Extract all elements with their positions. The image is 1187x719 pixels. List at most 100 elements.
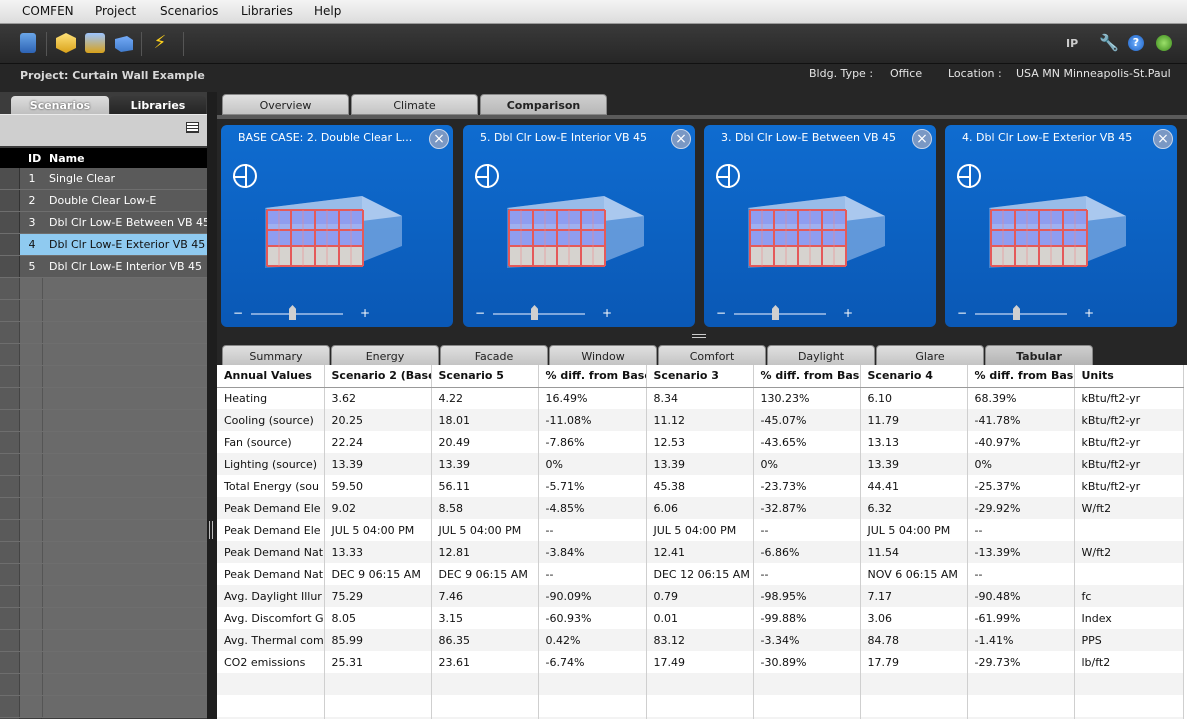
- table-cell[interactable]: -90.09%: [538, 585, 647, 607]
- column-header[interactable]: Scenario 5: [431, 365, 539, 388]
- splitter-grip[interactable]: [692, 334, 706, 338]
- scenario-row[interactable]: 2 Double Clear Low-E: [0, 190, 207, 212]
- table-cell[interactable]: DEC 9 06:15 AM: [324, 563, 432, 585]
- tab-scenarios[interactable]: Scenarios: [11, 96, 109, 116]
- table-cell[interactable]: -6.74%: [538, 651, 647, 673]
- table-cell[interactable]: 0%: [967, 453, 1075, 475]
- table-cell[interactable]: Peak Demand Nat: [217, 563, 325, 585]
- zoom-slider-handle[interactable]: [531, 305, 538, 320]
- table-cell[interactable]: -32.87%: [753, 497, 861, 519]
- table-cell[interactable]: W/ft2: [1074, 497, 1184, 519]
- table-cell[interactable]: 13.39: [324, 453, 432, 475]
- zoom-in-icon[interactable]: +: [843, 306, 853, 320]
- tab-glare[interactable]: Glare: [876, 345, 984, 366]
- table-cell[interactable]: -41.78%: [967, 409, 1075, 431]
- table-cell[interactable]: -1.41%: [967, 629, 1075, 651]
- tab-climate[interactable]: Climate: [351, 94, 478, 115]
- table-cell[interactable]: -98.95%: [753, 585, 861, 607]
- table-cell[interactable]: 12.81: [431, 541, 539, 563]
- table-cell[interactable]: JUL 5 04:00 PM: [860, 519, 968, 541]
- table-cell[interactable]: W/ft2: [1074, 541, 1184, 563]
- run-simulation-icon[interactable]: ⚡: [150, 33, 170, 53]
- table-cell[interactable]: Fan (source): [217, 431, 325, 453]
- tab-summary[interactable]: Summary: [222, 345, 330, 366]
- building-3d-view[interactable]: [989, 188, 1129, 268]
- table-cell[interactable]: kBtu/ft2-yr: [1074, 431, 1184, 453]
- building-3d-view[interactable]: [748, 188, 888, 268]
- row-handle[interactable]: [0, 212, 20, 233]
- table-cell[interactable]: 22.24: [324, 431, 432, 453]
- column-header[interactable]: % diff. from Base: [538, 365, 647, 388]
- table-cell[interactable]: 12.41: [646, 541, 754, 563]
- table-cell[interactable]: 12.53: [646, 431, 754, 453]
- table-cell[interactable]: 20.49: [431, 431, 539, 453]
- table-cell[interactable]: -45.07%: [753, 409, 861, 431]
- table-cell[interactable]: 20.25: [324, 409, 432, 431]
- zoom-out-icon[interactable]: −: [233, 306, 243, 320]
- column-header-id[interactable]: ID: [28, 152, 41, 165]
- table-cell[interactable]: -4.85%: [538, 497, 647, 519]
- table-cell[interactable]: 3.15: [431, 607, 539, 629]
- column-header[interactable]: % diff. from Base: [753, 365, 861, 388]
- table-cell[interactable]: Avg. Discomfort G: [217, 607, 325, 629]
- table-cell[interactable]: 6.32: [860, 497, 968, 519]
- table-cell[interactable]: 9.02: [324, 497, 432, 519]
- building-3d-view[interactable]: [265, 188, 405, 268]
- table-cell[interactable]: Peak Demand Ele: [217, 519, 325, 541]
- column-header[interactable]: % diff. from Base: [967, 365, 1075, 388]
- zoom-out-icon[interactable]: −: [716, 306, 726, 320]
- zoom-slider-track[interactable]: [493, 313, 585, 315]
- table-cell[interactable]: --: [538, 563, 647, 585]
- table-cell[interactable]: kBtu/ft2-yr: [1074, 475, 1184, 497]
- tab-energy[interactable]: Energy: [331, 345, 439, 366]
- table-cell[interactable]: 17.49: [646, 651, 754, 673]
- table-cell[interactable]: 59.50: [324, 475, 432, 497]
- table-cell[interactable]: 7.17: [860, 585, 968, 607]
- table-cell[interactable]: 0.01: [646, 607, 754, 629]
- column-header[interactable]: Scenario 4: [860, 365, 968, 388]
- table-cell[interactable]: 0%: [538, 453, 647, 475]
- table-cell[interactable]: -60.93%: [538, 607, 647, 629]
- table-cell[interactable]: 56.11: [431, 475, 539, 497]
- table-cell[interactable]: --: [967, 519, 1075, 541]
- table-cell[interactable]: -99.88%: [753, 607, 861, 629]
- scenario-card[interactable]: 5. Dbl Clr Low-E Interior VB 45 × − +: [463, 125, 695, 327]
- table-cell[interactable]: -11.08%: [538, 409, 647, 431]
- table-cell[interactable]: Peak Demand Nat: [217, 541, 325, 563]
- table-cell[interactable]: Avg. Thermal com: [217, 629, 325, 651]
- table-cell[interactable]: -40.97%: [967, 431, 1075, 453]
- table-cell[interactable]: -25.37%: [967, 475, 1075, 497]
- table-cell[interactable]: Heating: [217, 387, 325, 409]
- compass-icon[interactable]: [957, 164, 981, 188]
- column-header[interactable]: Units: [1074, 365, 1184, 388]
- zoom-out-icon[interactable]: −: [957, 306, 967, 320]
- table-cell[interactable]: -3.84%: [538, 541, 647, 563]
- table-cell[interactable]: -3.34%: [753, 629, 861, 651]
- units-toggle[interactable]: IP: [1066, 37, 1078, 50]
- table-cell[interactable]: 25.31: [324, 651, 432, 673]
- row-handle[interactable]: [0, 256, 20, 277]
- table-cell[interactable]: -5.71%: [538, 475, 647, 497]
- help-icon[interactable]: ?: [1128, 35, 1144, 51]
- table-cell[interactable]: 68.39%: [967, 387, 1075, 409]
- table-cell[interactable]: lb/ft2: [1074, 651, 1184, 673]
- table-cell[interactable]: -30.89%: [753, 651, 861, 673]
- table-cell[interactable]: kBtu/ft2-yr: [1074, 409, 1184, 431]
- table-cell[interactable]: -29.92%: [967, 497, 1075, 519]
- scenario-card[interactable]: 3. Dbl Clr Low-E Between VB 45 × − +: [704, 125, 936, 327]
- table-cell[interactable]: Cooling (source): [217, 409, 325, 431]
- table-cell[interactable]: [1074, 519, 1184, 541]
- table-cell[interactable]: -29.73%: [967, 651, 1075, 673]
- table-cell[interactable]: Total Energy (sou: [217, 475, 325, 497]
- table-cell[interactable]: --: [538, 519, 647, 541]
- table-cell[interactable]: -23.73%: [753, 475, 861, 497]
- table-cell[interactable]: kBtu/ft2-yr: [1074, 387, 1184, 409]
- close-icon[interactable]: ×: [1153, 129, 1173, 149]
- table-cell[interactable]: 13.39: [646, 453, 754, 475]
- table-cell[interactable]: 3.62: [324, 387, 432, 409]
- menu-help[interactable]: Help: [314, 4, 341, 18]
- table-cell[interactable]: -6.86%: [753, 541, 861, 563]
- table-cell[interactable]: JUL 5 04:00 PM: [324, 519, 432, 541]
- scenario-row[interactable]: 1 Single Clear: [0, 168, 207, 190]
- column-chooser-icon[interactable]: [186, 122, 199, 133]
